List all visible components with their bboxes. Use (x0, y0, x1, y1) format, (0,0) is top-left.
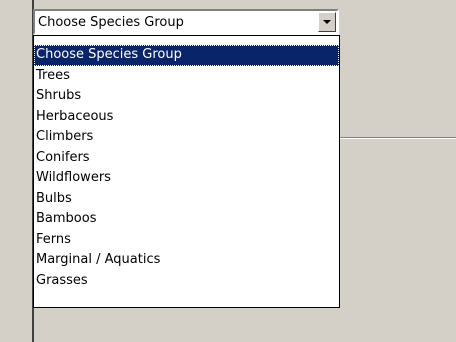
option-bamboos[interactable]: Bamboos (34, 209, 339, 230)
option-marginal-aquatics[interactable]: Marginal / Aquatics (34, 250, 339, 271)
option-herbaceous[interactable]: Herbaceous (34, 107, 339, 128)
chevron-down-icon (323, 20, 331, 24)
species-group-select[interactable]: Choose Species Group (33, 9, 339, 35)
species-group-select-value: Choose Species Group (38, 15, 184, 30)
option-conifers[interactable]: Conifers (34, 148, 339, 169)
option-bulbs[interactable]: Bulbs (34, 189, 339, 210)
option-climbers[interactable]: Climbers (34, 127, 339, 148)
option-ferns[interactable]: Ferns (34, 230, 339, 251)
option-wildflowers[interactable]: Wildflowers (34, 168, 339, 189)
option-shrubs[interactable]: Shrubs (34, 86, 339, 107)
option-grasses[interactable]: Grasses (34, 271, 339, 292)
species-group-options-list[interactable]: Choose Species Group Trees Shrubs Herbac… (33, 35, 340, 308)
dropdown-arrow-button[interactable] (318, 12, 336, 32)
option-trees[interactable]: Trees (34, 66, 339, 87)
panel-divider-highlight (340, 138, 456, 139)
option-choose-species-group[interactable]: Choose Species Group (34, 45, 339, 66)
